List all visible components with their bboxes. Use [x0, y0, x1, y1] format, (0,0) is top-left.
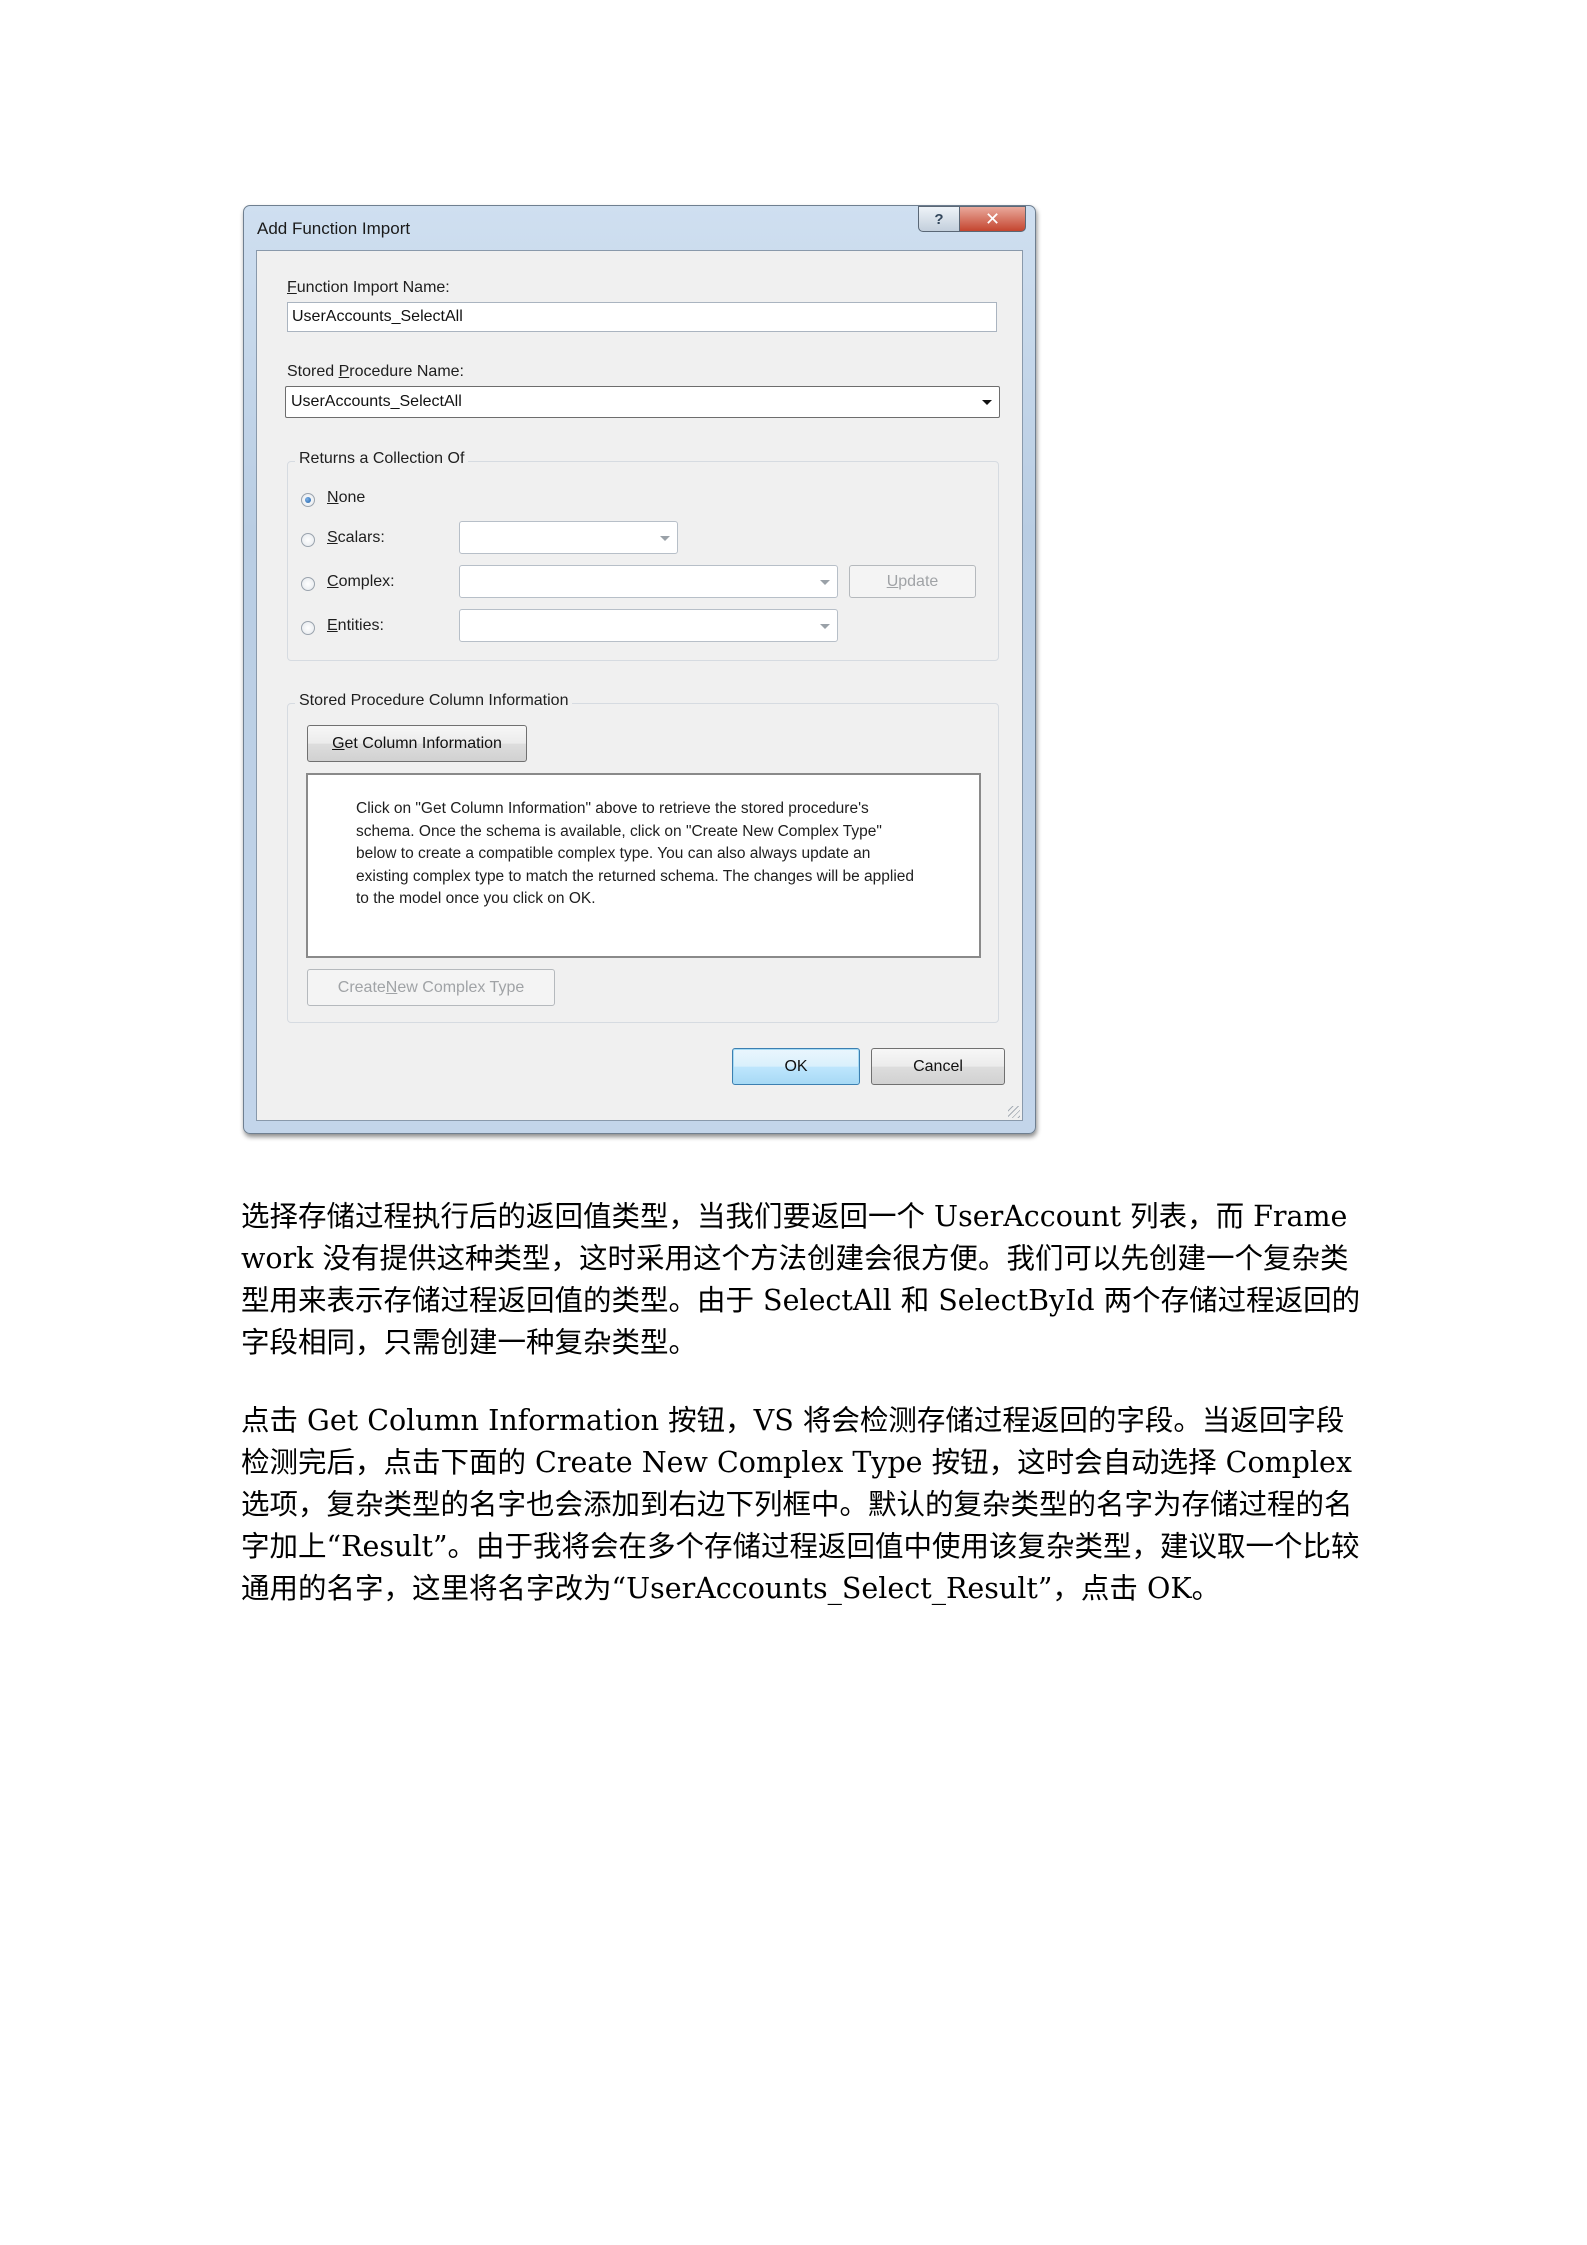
column-info-title: Stored Procedure Column Information	[295, 692, 573, 710]
complex-select[interactable]	[459, 565, 838, 598]
chevron-down-icon	[982, 400, 992, 405]
returns-collection-title: Returns a Collection Of	[295, 450, 469, 468]
chevron-down-icon	[820, 623, 830, 629]
resize-grip-icon[interactable]	[1008, 1106, 1020, 1118]
close-icon: ✕	[984, 208, 1001, 229]
dialog-titlebar[interactable]: Add Function Import ? ✕	[244, 206, 1035, 250]
dialog-title: Add Function Import	[257, 219, 411, 238]
dialog-client-area: Function Import Name: UserAccounts_Selec…	[256, 250, 1023, 1121]
entities-select[interactable]	[459, 609, 838, 642]
update-button[interactable]: Update	[849, 565, 976, 598]
cancel-button[interactable]: Cancel	[871, 1048, 1005, 1085]
radio-entities-label[interactable]: Entities:	[327, 617, 384, 635]
chevron-down-icon	[660, 535, 670, 541]
column-info-box: Click on "Get Column Information" above …	[306, 773, 981, 958]
titlebar-buttons: ? ✕	[918, 206, 1026, 232]
scalars-select[interactable]	[459, 521, 678, 554]
radio-scalars-label[interactable]: Scalars:	[327, 529, 385, 547]
stored-procedure-value: UserAccounts_SelectAll	[291, 393, 462, 410]
radio-none[interactable]	[301, 493, 315, 507]
radio-complex-label[interactable]: Complex:	[327, 573, 395, 591]
paragraph-1: 选择存储过程执行后的返回值类型，当我们要返回一个 UserAccount 列表，…	[241, 1200, 1361, 1359]
column-info-text: Click on "Get Column Information" above …	[356, 800, 915, 907]
stored-procedure-select[interactable]: UserAccounts_SelectAll	[285, 386, 1000, 418]
help-icon: ?	[934, 210, 944, 228]
chevron-down-icon	[820, 579, 830, 585]
ok-button[interactable]: OK	[732, 1048, 860, 1085]
radio-complex[interactable]	[301, 577, 315, 591]
create-new-complex-type-button[interactable]: Create New Complex Type	[307, 969, 555, 1006]
add-function-import-dialog: Add Function Import ? ✕ Function Import …	[243, 205, 1036, 1134]
radio-entities[interactable]	[301, 621, 315, 635]
radio-scalars[interactable]	[301, 533, 315, 547]
stored-procedure-name-label: Stored Procedure Name:	[287, 363, 464, 380]
radio-none-label[interactable]: None	[327, 489, 365, 507]
get-column-information-button[interactable]: Get Column Information	[307, 725, 527, 762]
function-import-name-label: Function Import Name:	[287, 279, 450, 296]
paragraph-2: 点击 Get Column Information 按钮，VS 将会检测存储过程…	[241, 1404, 1360, 1605]
close-button[interactable]: ✕	[960, 206, 1026, 232]
help-button[interactable]: ?	[918, 206, 960, 232]
function-import-name-input[interactable]: UserAccounts_SelectAll	[287, 302, 997, 332]
